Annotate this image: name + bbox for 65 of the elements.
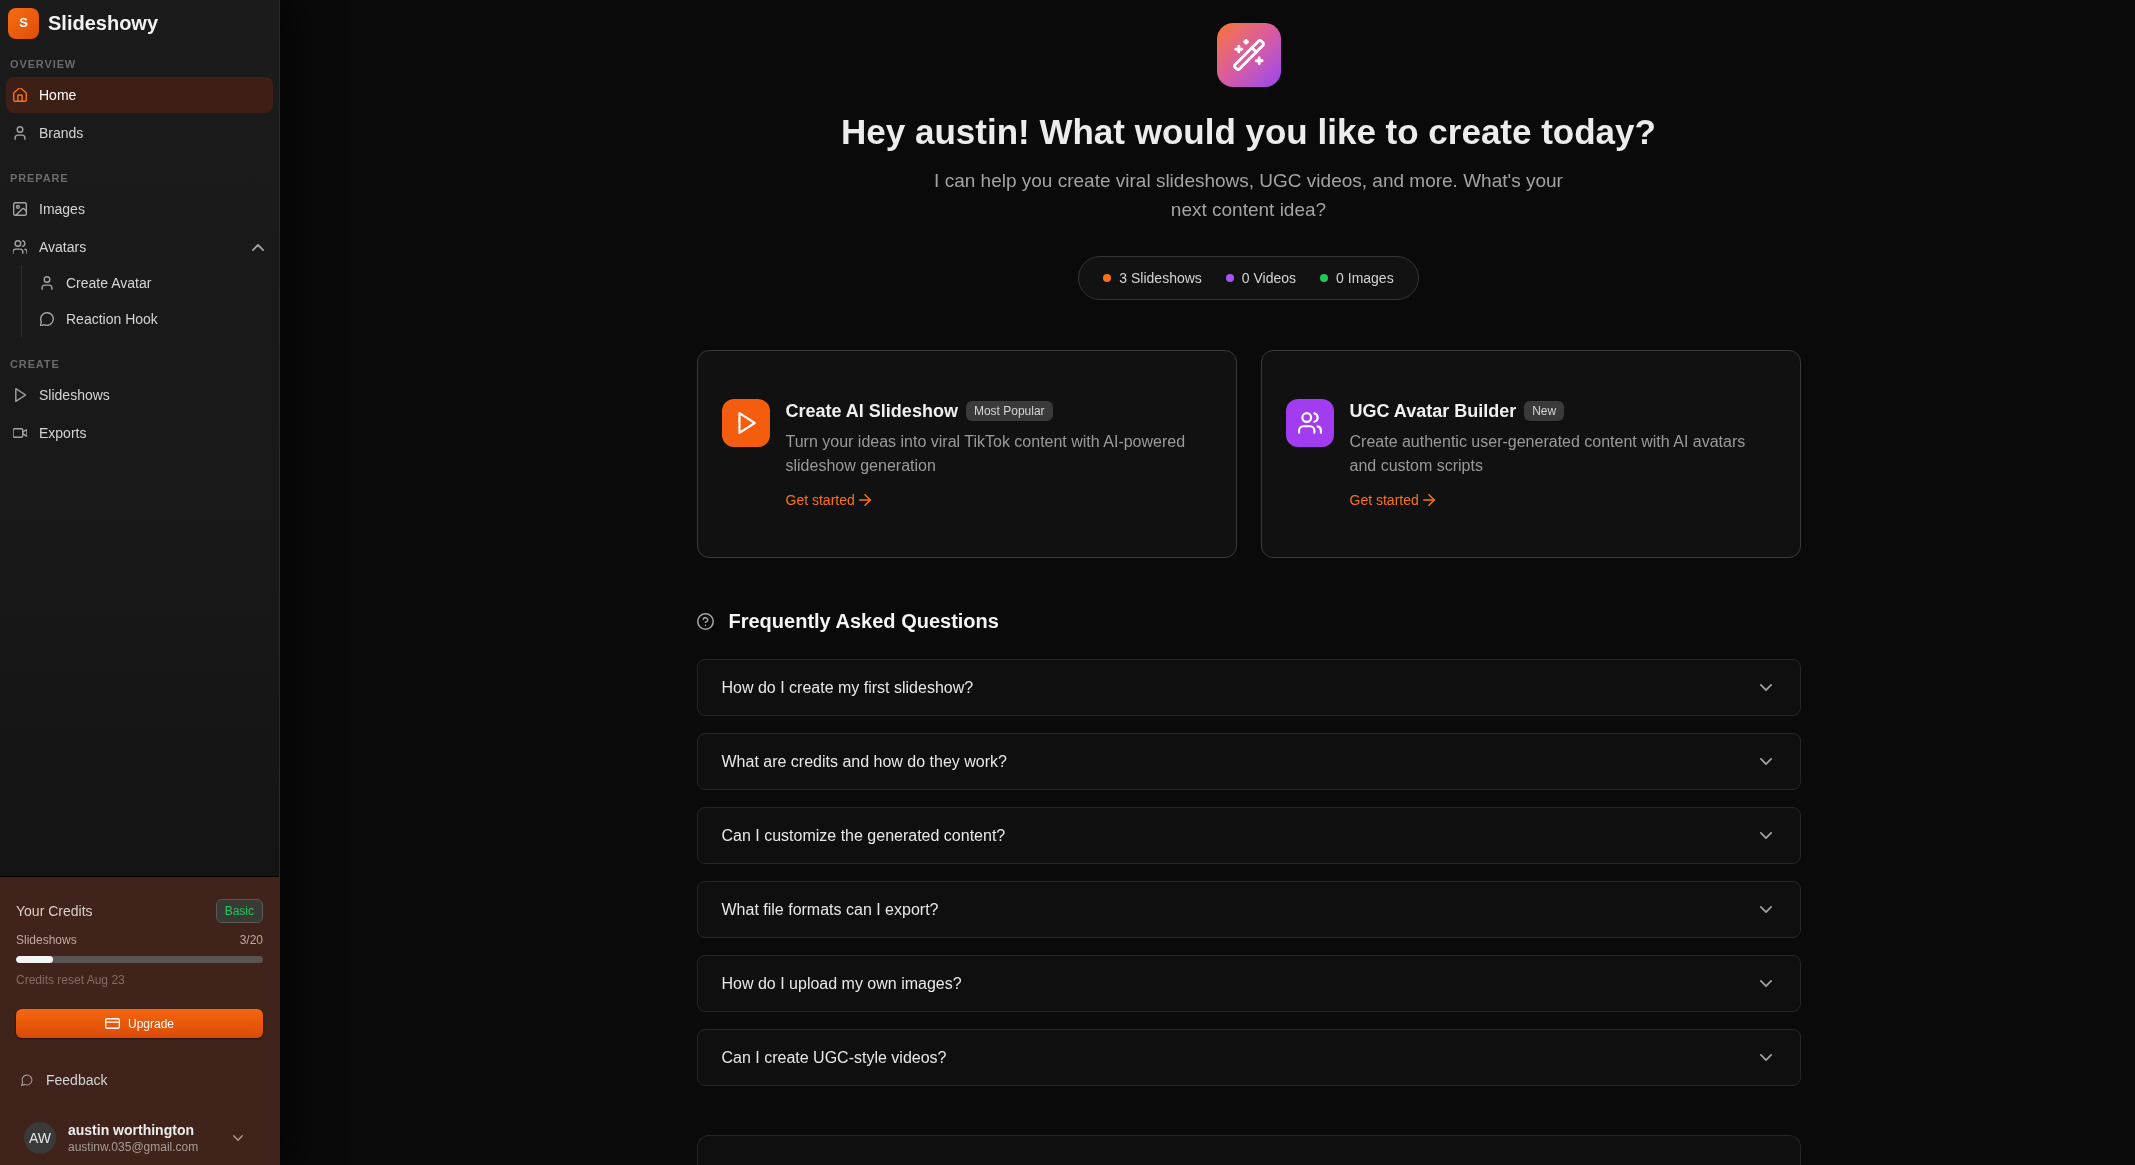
section-heading: Frequently Asked Questions	[728, 609, 999, 634]
faq-item[interactable]: How do I create my first slideshow?	[696, 659, 1801, 716]
page-heading: Hey austin! What would you like to create today?	[840, 112, 1657, 152]
chevron-down-icon	[1759, 980, 1772, 987]
feedback-button[interactable]: Feedback	[16, 1062, 116, 1098]
image-icon	[13, 202, 27, 216]
reset-note: Credits reset Aug 23	[16, 972, 126, 988]
nav-item[interactable]: Reaction Hook	[22, 301, 273, 337]
chevron-down-icon	[1759, 906, 1772, 913]
faq-item[interactable]: Can I customize the generated content?	[696, 807, 1801, 864]
faq-item[interactable]: What are credits and how do they work?	[696, 733, 1801, 790]
page-subtitle: I can help you create viral slideshows, UGC videos, and more. What's your next content idea?	[933, 169, 1564, 222]
nav-item[interactable]: Brands	[6, 115, 273, 151]
section-label: PREPARE	[9, 170, 70, 186]
card-badge: Most Popular	[965, 400, 1053, 421]
chevron-down-icon	[1759, 684, 1772, 691]
chevron-down-icon	[1759, 758, 1772, 765]
user-email: austinw.035@gmail.com	[68, 1139, 200, 1155]
card-title: Create AI Slideshow	[785, 399, 958, 423]
get-started-link[interactable]: Get started	[785, 489, 871, 510]
app-logo: S	[8, 7, 39, 39]
arrow-right-icon	[858, 493, 871, 506]
arrow-right-icon	[1422, 493, 1435, 506]
section-label: CREATE	[9, 356, 61, 372]
card-title: UGC Avatar Builder	[1349, 399, 1517, 423]
meter-label: Slideshows	[16, 932, 77, 948]
stat-label: 3 Slideshows	[1119, 269, 1202, 288]
help-icon	[696, 612, 714, 630]
video-camera-icon	[13, 426, 27, 440]
app-name: Slideshowy	[48, 11, 159, 36]
avatar: AW	[24, 1122, 56, 1154]
play-icon	[13, 388, 27, 402]
users-icon	[13, 240, 27, 254]
user-icon	[40, 276, 54, 290]
stat-label: 0 Videos	[1241, 269, 1297, 288]
chevron-down-icon	[1759, 832, 1772, 839]
upgrade-button[interactable]: Upgrade	[16, 1009, 263, 1038]
nav-item[interactable]: Slideshows	[6, 377, 273, 413]
nav-item[interactable]: Home	[6, 77, 273, 113]
user-icon	[13, 126, 27, 140]
nav-item[interactable]: Create Avatar	[22, 265, 273, 301]
nav-item[interactable]: Images	[6, 191, 273, 227]
nav-item[interactable]: Exports	[6, 415, 273, 451]
stat-label: 0 Images	[1336, 269, 1394, 288]
faq-item[interactable]: Can I create UGC-style videos?	[696, 1029, 1801, 1086]
plan-badge: Basic	[215, 899, 263, 923]
section-label: OVERVIEW	[9, 56, 78, 72]
magic-wand-icon	[1216, 23, 1281, 87]
chevron-down-icon[interactable]	[233, 1135, 243, 1141]
user-name: austin worthington	[68, 1121, 195, 1139]
faq-item[interactable]: What file formats can I export?	[696, 881, 1801, 938]
home-icon	[13, 88, 27, 102]
chat-bubble-icon	[40, 312, 54, 326]
credits-title: Your Credits	[16, 902, 93, 921]
card-badge: New	[1524, 400, 1565, 421]
credit-card-icon	[105, 1018, 120, 1029]
card-description: Turn your ideas into viral TikTok content with AI-powered slideshow generation	[785, 431, 1187, 476]
get-started-link[interactable]: Get started	[1349, 489, 1435, 510]
chat-bubble-icon	[21, 1074, 33, 1086]
faq-item[interactable]: How do I upload my own images?	[696, 955, 1801, 1012]
meter-count: 3/20	[239, 932, 263, 948]
nav-item[interactable]: Avatars	[6, 229, 273, 265]
chevron-down-icon	[1759, 1054, 1772, 1061]
card-description: Create authentic user-generated content with AI avatars and custom scripts	[1349, 431, 1747, 476]
chevron-up-icon[interactable]	[252, 243, 264, 251]
